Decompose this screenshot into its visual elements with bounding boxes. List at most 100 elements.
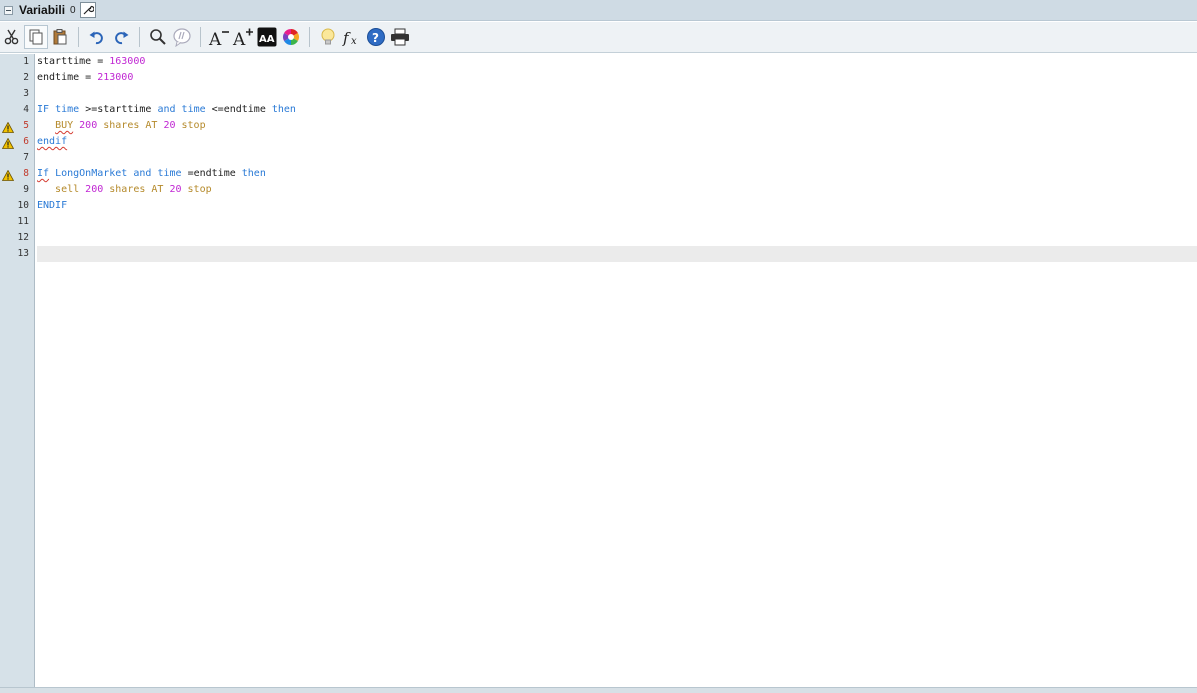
code-line[interactable]: endtime = 213000 [37,70,1197,86]
code-token: LongOnMarket [55,168,128,179]
code-token: time [55,104,80,115]
decrease-font-icon[interactable]: A [207,25,231,49]
code-line[interactable]: If LongOnMarket and time =endtime then [37,166,1197,182]
toolbar-separator [139,27,140,47]
line-number: 7 [23,152,29,163]
code-line[interactable] [37,86,1197,102]
code-token: 200 [85,184,104,195]
code-token: endtime [37,72,80,83]
color-wheel-icon[interactable] [279,25,303,49]
code-token: and [133,168,152,179]
gutter-line: 1 [0,54,35,70]
increase-font-icon[interactable]: A [231,25,255,49]
line-number: 11 [17,216,29,227]
copy-icon[interactable] [24,25,48,49]
gutter-line: 6 [0,134,35,150]
line-number: 9 [23,184,29,195]
collapse-toggle[interactable] [4,5,13,15]
code-token: and [157,104,176,115]
gutter-line: 13 [0,246,35,262]
help-icon[interactable]: ? [364,25,388,49]
line-number: 3 [23,88,29,99]
code-line[interactable] [37,230,1197,246]
bulb-icon[interactable] [316,25,340,49]
code-token: shares AT [97,120,164,131]
code-token: ENDIF [37,200,68,211]
svg-text:A: A [232,30,246,47]
code-token: endif [37,136,68,147]
paste-icon[interactable] [48,25,72,49]
bottom-border [0,687,1197,693]
line-number: 4 [23,104,29,115]
toolbar-separator [78,27,79,47]
code-token: IF [37,104,50,115]
gutter-line: 2 [0,70,35,86]
gutter-line: 4 [0,102,35,118]
line-number: 6 [23,136,29,147]
variables-panel-header: Variabili 0 [0,0,1197,21]
line-number: 10 [17,200,29,211]
function-icon[interactable]: fx [340,25,364,49]
svg-text:?: ? [372,31,379,45]
line-number: 13 [17,248,29,259]
code-line[interactable]: BUY 200 shares AT 20 stop [37,118,1197,134]
code-token: = [79,72,98,83]
code-token: 213000 [97,72,134,83]
code-editor[interactable]: 1 2 3 4 5 6 7 8 9 10 11 12 13 starttime … [0,54,1197,687]
font-style-icon[interactable]: AA [255,25,279,49]
svg-text:A: A [208,30,222,47]
line-number-gutter: 1 2 3 4 5 6 7 8 9 10 11 12 13 [0,54,35,687]
search-icon[interactable] [146,25,170,49]
code-token: 20 [169,184,182,195]
svg-text:AA: AA [259,34,275,45]
toolbar-separator [309,27,310,47]
code-token: stop [181,184,212,195]
line-number: 12 [17,232,29,243]
undo-icon[interactable] [85,25,109,49]
code-token: 200 [79,120,98,131]
code-token: time [181,104,206,115]
current-code-line[interactable] [37,246,1197,262]
gutter-line: 9 [0,182,35,198]
code-token: sell [37,184,86,195]
variables-count: 0 [70,4,76,16]
print-icon[interactable] [388,25,412,49]
code-token: = [91,56,110,67]
line-number: 8 [23,168,29,179]
gutter-line: 7 [0,150,35,166]
code-token: >=starttime [79,104,158,115]
code-line[interactable] [37,214,1197,230]
code-token: stop [175,120,206,131]
code-line[interactable]: ENDIF [37,198,1197,214]
code-line[interactable]: starttime = 163000 [37,54,1197,70]
code-line[interactable]: sell 200 shares AT 20 stop [37,182,1197,198]
line-number: 2 [23,72,29,83]
wrench-icon[interactable] [79,2,96,18]
svg-text:f: f [342,29,351,47]
code-line[interactable]: IF time >=starttime and time <=endtime t… [37,102,1197,118]
code-token: then [241,168,266,179]
redo-icon[interactable] [109,25,133,49]
cut-icon[interactable] [0,25,24,49]
code-token: BUY [55,120,74,131]
code-token: 20 [163,120,176,131]
gutter-line: 3 [0,86,35,102]
code-token: starttime [37,56,92,67]
variables-title: Variabili [19,3,66,17]
gutter-line: 10 [0,198,35,214]
line-number: 1 [23,56,29,67]
editor-toolbar: A A AA fx ? [0,22,1197,53]
gutter-line: 11 [0,214,35,230]
gutter-line: 5 [0,118,35,134]
line-number: 5 [23,120,29,131]
svg-text:x: x [351,36,357,47]
code-token: then [271,104,296,115]
comment-icon[interactable] [170,25,194,49]
code-line[interactable] [37,150,1197,166]
gutter-line: 8 [0,166,35,182]
code-token: time [157,168,182,179]
gutter-line: 12 [0,230,35,246]
code-line[interactable]: endif [37,134,1197,150]
code-token: shares AT [103,184,170,195]
